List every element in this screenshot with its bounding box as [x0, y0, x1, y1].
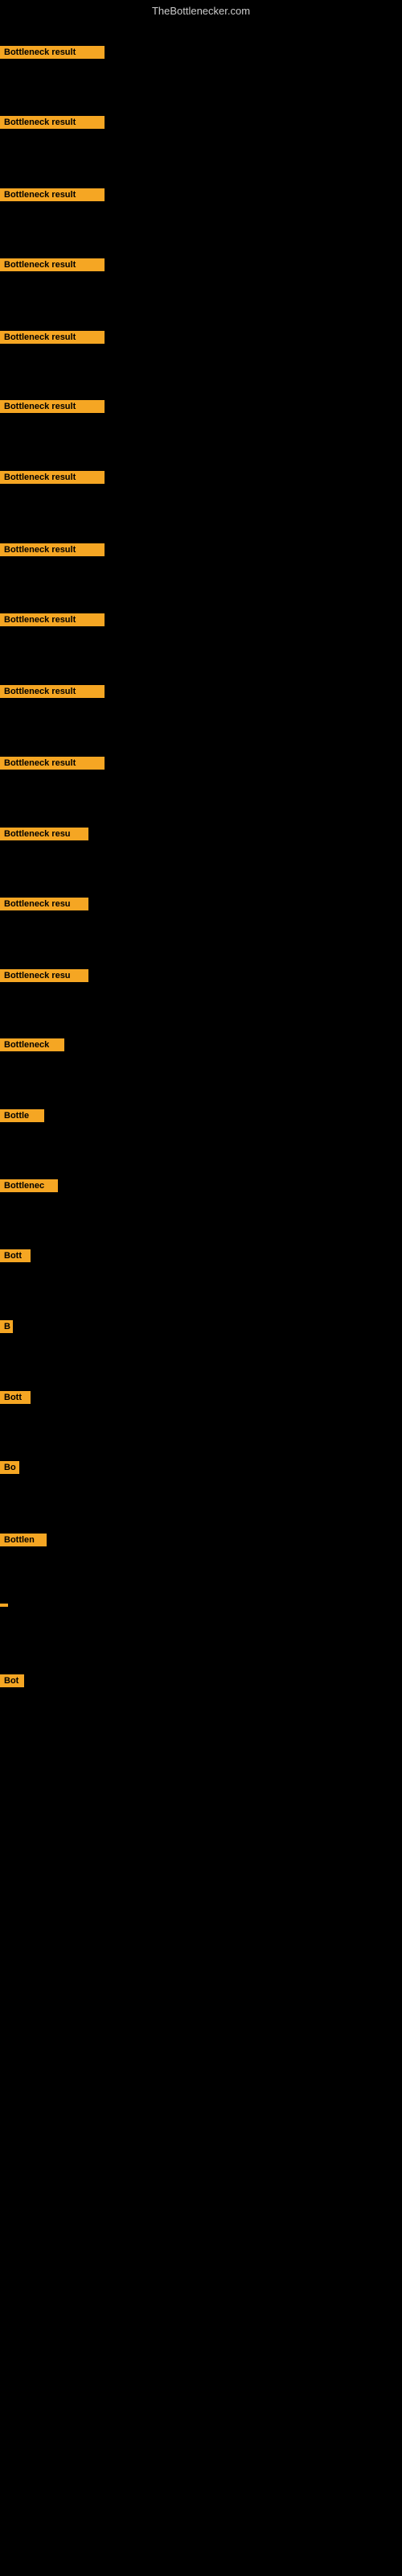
bottleneck-result-label: Bottlenec: [0, 1179, 58, 1192]
bottleneck-result-label: Bott: [0, 1249, 31, 1262]
bottleneck-result-label: Bottleneck result: [0, 471, 105, 484]
bottleneck-result-label: Bottleneck resu: [0, 969, 88, 982]
bottleneck-result-label: Bottleneck result: [0, 613, 105, 626]
bottleneck-result-label: Bo: [0, 1461, 19, 1474]
bottleneck-result-label: Bottleneck resu: [0, 828, 88, 840]
site-title: TheBottlenecker.com: [0, 2, 402, 20]
bottleneck-result-label: Bottleneck result: [0, 331, 105, 344]
bottleneck-result-label: Bottleneck result: [0, 757, 105, 770]
bottleneck-result-label: Bottleneck result: [0, 543, 105, 556]
bottleneck-result-label: B: [0, 1320, 13, 1333]
bottleneck-result-label: Bottleneck result: [0, 685, 105, 698]
bottleneck-result-label: Bottleneck result: [0, 400, 105, 413]
bottleneck-result-label: Bottleneck result: [0, 46, 105, 59]
bottleneck-result-label: Bottleneck result: [0, 116, 105, 129]
bottleneck-result-label: Bott: [0, 1391, 31, 1404]
bottleneck-result-label: Bottleneck result: [0, 258, 105, 271]
bottleneck-result-label: [0, 1604, 8, 1607]
bottleneck-result-label: Bottleneck result: [0, 188, 105, 201]
bottleneck-result-label: Bot: [0, 1674, 24, 1687]
bottleneck-result-label: Bottle: [0, 1109, 44, 1122]
bottleneck-result-label: Bottleneck resu: [0, 898, 88, 910]
bottleneck-result-label: Bottlen: [0, 1534, 47, 1546]
bottleneck-result-label: Bottleneck: [0, 1038, 64, 1051]
